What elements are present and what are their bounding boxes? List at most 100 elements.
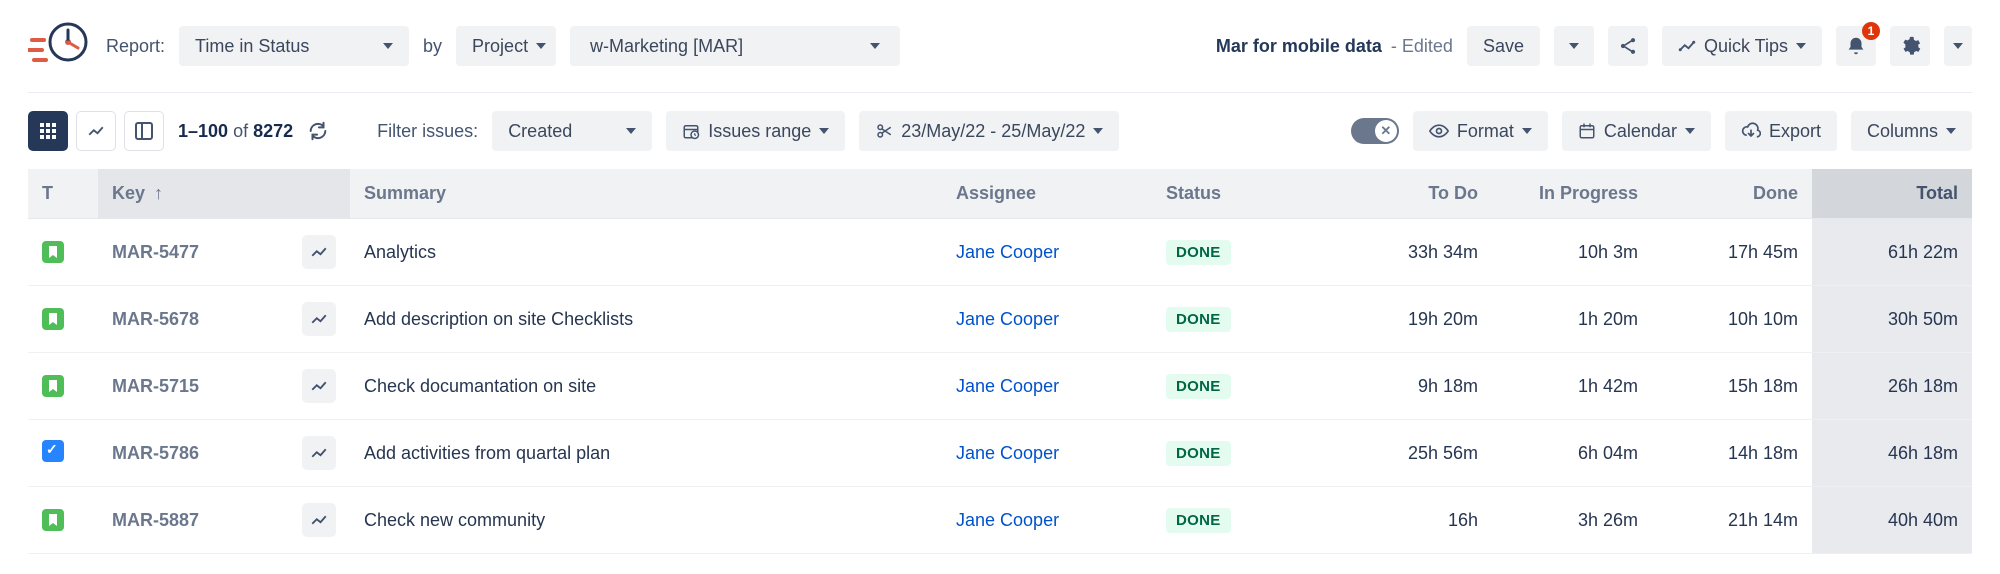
cell-in_progress: 1h 42m — [1492, 353, 1652, 420]
issues-range-button[interactable]: Issues range — [666, 111, 845, 151]
cell-summary[interactable]: Analytics — [350, 219, 942, 286]
cell-summary[interactable]: Check documantation on site — [350, 353, 942, 420]
cell-key[interactable]: MAR-5678 — [98, 286, 288, 353]
story-type-icon — [42, 509, 64, 531]
cell-row-chart — [288, 487, 350, 554]
share-button[interactable] — [1608, 26, 1648, 66]
report-select[interactable]: Time in Status — [179, 26, 409, 66]
columns-label: Columns — [1867, 121, 1938, 142]
col-status[interactable]: Status — [1152, 169, 1332, 219]
cell-type — [28, 353, 98, 420]
cell-done: 15h 18m — [1652, 353, 1812, 420]
report-label: Report: — [106, 36, 165, 57]
sort-asc-icon: ↑ — [154, 183, 163, 204]
calendar-button[interactable]: Calendar — [1562, 111, 1711, 151]
settings-button[interactable] — [1890, 26, 1930, 66]
row-chart-button[interactable] — [302, 503, 336, 537]
table-row: MAR-5678 Add description on site Checklis… — [28, 286, 1972, 353]
col-type[interactable]: T — [28, 169, 98, 219]
cell-summary[interactable]: Check new community — [350, 487, 942, 554]
col-key[interactable]: Key ↑ — [98, 169, 288, 219]
cell-status: DONE — [1152, 353, 1332, 420]
cell-key[interactable]: MAR-5477 — [98, 219, 288, 286]
cell-key[interactable]: MAR-5715 — [98, 353, 288, 420]
cell-done: 14h 18m — [1652, 420, 1812, 487]
date-range-button[interactable]: 23/May/22 - 25/May/22 — [859, 111, 1119, 151]
notifications-button[interactable]: 1 — [1836, 26, 1876, 66]
groupby-select[interactable]: Project — [456, 26, 556, 66]
cell-total: 61h 22m — [1812, 219, 1972, 286]
refresh-icon — [307, 120, 329, 142]
cell-total: 46h 18m — [1812, 420, 1972, 487]
export-label: Export — [1769, 121, 1821, 142]
status-badge: DONE — [1166, 374, 1231, 399]
cell-status: DONE — [1152, 219, 1332, 286]
cell-assignee[interactable]: Jane Cooper — [942, 286, 1152, 353]
status-badge: DONE — [1166, 508, 1231, 533]
chart-line-icon — [310, 310, 328, 328]
columns-button[interactable]: Columns — [1851, 111, 1972, 151]
cell-done: 21h 14m — [1652, 487, 1812, 554]
table-row: MAR-5887 Check new communityJane Cooper DO… — [28, 487, 1972, 554]
cell-assignee[interactable]: Jane Cooper — [942, 353, 1152, 420]
cell-todo: 25h 56m — [1332, 420, 1492, 487]
groupby-select-value: Project — [472, 36, 528, 57]
project-select[interactable]: w-Marketing [MAR] — [570, 26, 900, 66]
row-chart-button[interactable] — [302, 369, 336, 403]
scissors-icon — [875, 122, 893, 140]
row-chart-button[interactable] — [302, 235, 336, 269]
quick-tips-button[interactable]: Quick Tips — [1662, 26, 1822, 66]
cell-assignee[interactable]: Jane Cooper — [942, 420, 1152, 487]
eye-icon — [1429, 123, 1449, 139]
row-chart-button[interactable] — [302, 302, 336, 336]
story-type-icon — [42, 375, 64, 397]
table-header-row: T Key ↑ Summary Assignee Status To Do In… — [28, 169, 1972, 219]
cell-todo: 19h 20m — [1332, 286, 1492, 353]
cell-row-chart — [288, 286, 350, 353]
cell-row-chart — [288, 219, 350, 286]
cell-total: 30h 50m — [1812, 286, 1972, 353]
col-summary[interactable]: Summary — [350, 169, 942, 219]
filter-label: Filter issues: — [377, 121, 478, 142]
cell-in_progress: 1h 20m — [1492, 286, 1652, 353]
view-panel-button[interactable] — [124, 111, 164, 151]
save-button[interactable]: Save — [1467, 26, 1540, 66]
report-select-value: Time in Status — [195, 36, 309, 57]
view-chart-button[interactable] — [76, 111, 116, 151]
cell-done: 10h 10m — [1652, 286, 1812, 353]
cell-summary[interactable]: Add activities from quartal plan — [350, 420, 942, 487]
col-done[interactable]: Done — [1652, 169, 1812, 219]
cell-total: 26h 18m — [1812, 353, 1972, 420]
col-assignee[interactable]: Assignee — [942, 169, 1152, 219]
cell-key[interactable]: MAR-5786 — [98, 420, 288, 487]
cell-total: 40h 40m — [1812, 487, 1972, 554]
col-total[interactable]: Total — [1812, 169, 1972, 219]
export-button[interactable]: Export — [1725, 111, 1837, 151]
chart-line-icon — [87, 122, 105, 140]
view-grid-button[interactable] — [28, 111, 68, 151]
density-toggle[interactable]: ✕ — [1351, 118, 1399, 144]
refresh-button[interactable] — [307, 120, 329, 142]
cell-in_progress: 6h 04m — [1492, 420, 1652, 487]
cell-assignee[interactable]: Jane Cooper — [942, 487, 1152, 554]
settings-dropdown-button[interactable] — [1944, 26, 1972, 66]
format-button[interactable]: Format — [1413, 111, 1548, 151]
issues-range-label: Issues range — [708, 121, 811, 142]
cell-row-chart — [288, 353, 350, 420]
col-inprogress[interactable]: In Progress — [1492, 169, 1652, 219]
row-chart-button[interactable] — [302, 436, 336, 470]
save-dropdown-button[interactable] — [1554, 26, 1594, 66]
story-type-icon — [42, 241, 64, 263]
cell-assignee[interactable]: Jane Cooper — [942, 219, 1152, 286]
cell-summary[interactable]: Add description on site Checklists — [350, 286, 942, 353]
story-type-icon — [42, 308, 64, 330]
cloud-download-icon — [1741, 122, 1761, 140]
app-logo-icon — [28, 20, 92, 72]
col-todo[interactable]: To Do — [1332, 169, 1492, 219]
cell-row-chart — [288, 420, 350, 487]
cell-key[interactable]: MAR-5887 — [98, 487, 288, 554]
cell-todo: 16h — [1332, 487, 1492, 554]
pagination-info: 1–100 of 8272 — [178, 121, 293, 142]
filter-select[interactable]: Created — [492, 111, 652, 151]
cell-in_progress: 3h 26m — [1492, 487, 1652, 554]
